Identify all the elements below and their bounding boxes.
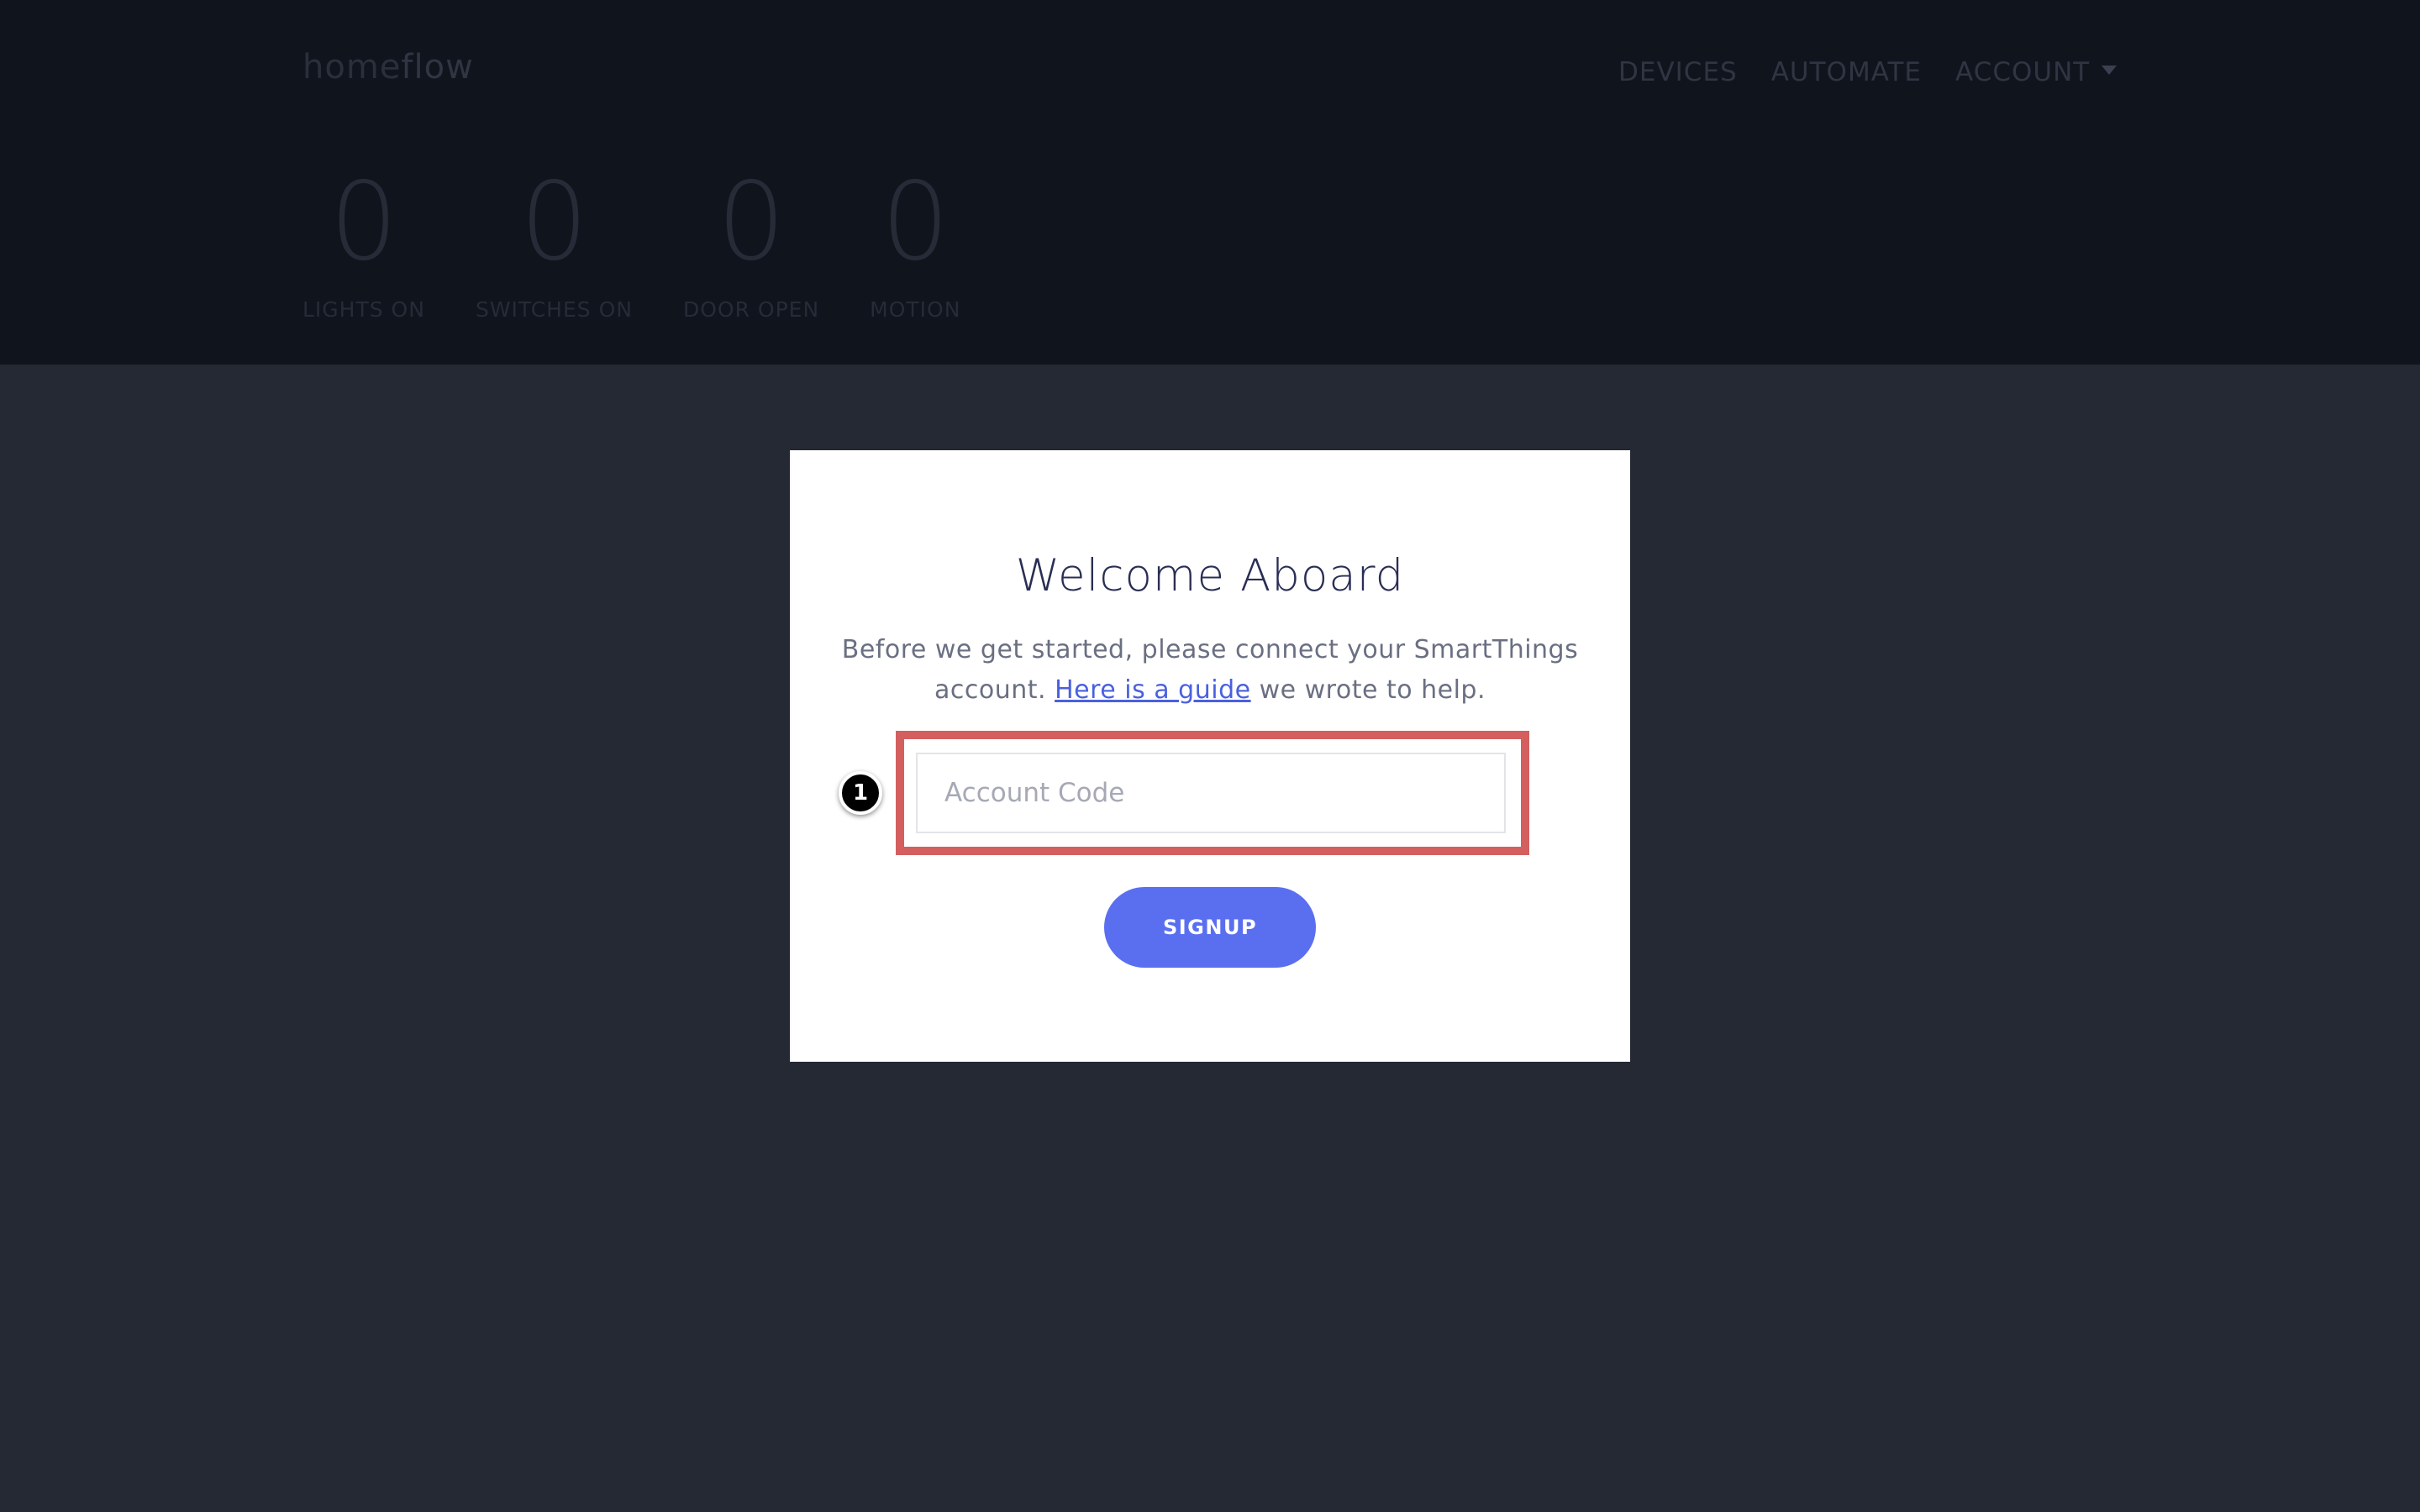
logo[interactable]: homeflow: [302, 47, 474, 87]
caret-down-icon[interactable]: [2102, 65, 2118, 75]
stat-value: 0: [717, 160, 786, 285]
stats-bar: 0 LIGHTS ON 0 SWITCHES ON 0 DOOR OPEN 0 …: [302, 160, 1011, 323]
account-code-input[interactable]: [916, 753, 1506, 833]
stat-door-open: 0 DOOR OPEN: [682, 160, 820, 323]
top-nav: DEVICES AUTOMATE ACCOUNT: [1618, 54, 2118, 91]
desc-text-after: we wrote to help.: [1250, 675, 1486, 705]
card-description: Before we get started, please connect yo…: [840, 630, 1580, 711]
card-title: Welcome Aboard: [1015, 550, 1405, 601]
nav-devices[interactable]: DEVICES: [1618, 57, 1738, 87]
stat-motion: 0 MOTION: [870, 160, 961, 323]
stat-lights-on: 0 LIGHTS ON: [302, 160, 425, 323]
step-number-badge: 1: [839, 771, 882, 815]
nav-account[interactable]: ACCOUNT: [1955, 57, 2090, 87]
stat-switches-on: 0 SWITCHES ON: [475, 160, 633, 323]
logo-bold-text: flow: [401, 48, 474, 87]
guide-link[interactable]: Here is a guide: [1055, 675, 1251, 705]
stat-value: 0: [329, 160, 398, 285]
stat-value: 0: [519, 160, 589, 285]
stat-value: 0: [881, 160, 950, 285]
nav-automate[interactable]: AUTOMATE: [1771, 57, 1922, 87]
header: homeflow DEVICES AUTOMATE ACCOUNT 0 LIGH…: [0, 0, 2420, 365]
stat-label: DOOR OPEN: [682, 297, 820, 322]
signup-button[interactable]: SIGNUP: [1104, 887, 1316, 968]
stat-label: LIGHTS ON: [302, 297, 425, 322]
logo-light-text: home: [302, 48, 402, 87]
stat-label: SWITCHES ON: [475, 297, 633, 322]
stat-label: MOTION: [870, 297, 961, 322]
welcome-card: Welcome Aboard Before we get started, pl…: [790, 450, 1630, 1062]
